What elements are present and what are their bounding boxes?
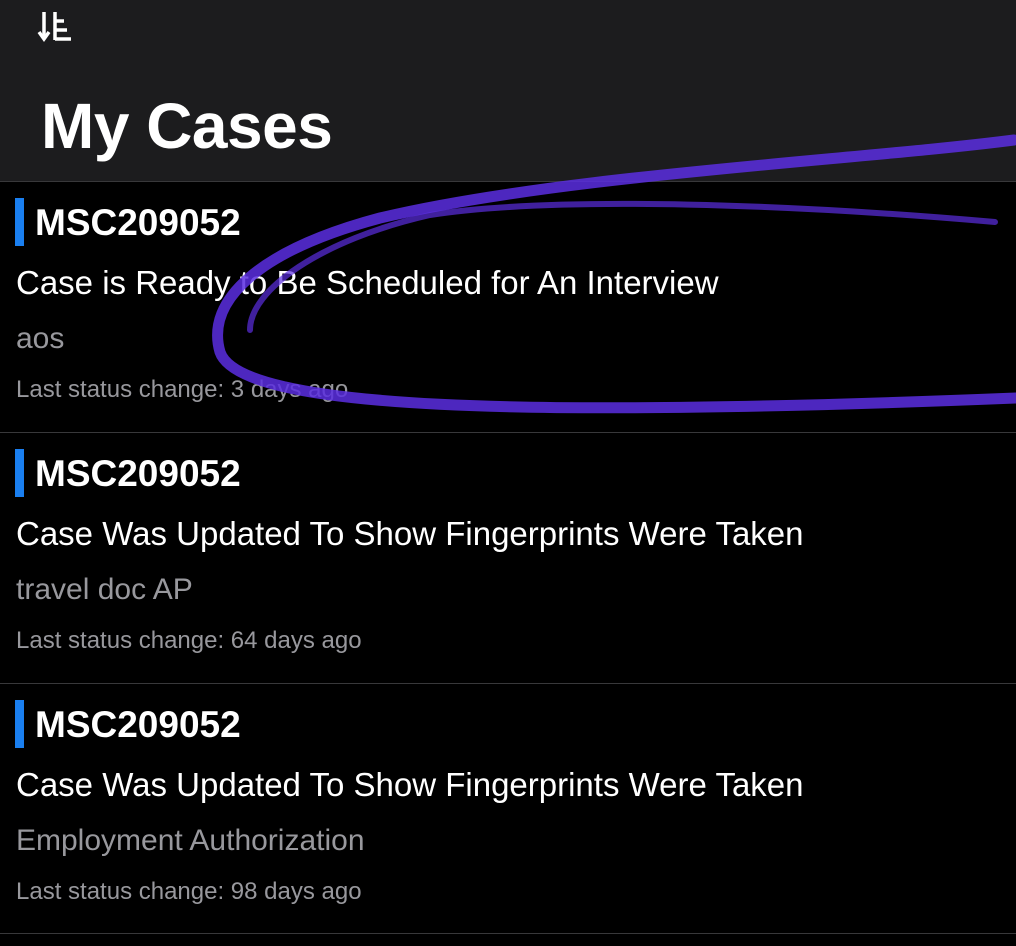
case-row[interactable]: MSC209052 Case Was Updated To Show Finge…	[0, 683, 1016, 934]
case-last-update: Last status change: 3 days ago	[16, 376, 349, 403]
case-status: Case Was Updated To Show Fingerprints We…	[16, 515, 804, 552]
case-type: Employment Authorization	[16, 824, 365, 857]
sort-descending-icon	[37, 12, 71, 43]
case-last-update: Last status change: 98 days ago	[16, 878, 362, 905]
case-last-update: Last status change: 64 days ago	[16, 627, 362, 654]
case-row[interactable]: MSC209052 Case Was Updated To Show Finge…	[0, 432, 1016, 683]
case-status: Case is Ready to Be Scheduled for An Int…	[16, 264, 719, 301]
case-accent-bar	[15, 700, 24, 748]
case-number: MSC209052	[35, 704, 241, 745]
case-row[interactable]: MSC209052 Case is Ready to Be Scheduled …	[0, 181, 1016, 432]
case-number: MSC209052	[35, 202, 241, 243]
case-accent-bar	[15, 449, 24, 497]
case-type: aos	[16, 322, 65, 355]
case-list: MSC209052 Case is Ready to Be Scheduled …	[0, 181, 1016, 934]
page-title: My Cases	[41, 90, 333, 162]
case-type: travel doc AP	[16, 573, 193, 606]
case-status: Case Was Updated To Show Fingerprints We…	[16, 766, 804, 803]
sort-button[interactable]	[36, 8, 76, 48]
case-number: MSC209052	[35, 453, 241, 494]
navigation-header: My Cases	[0, 0, 1016, 181]
case-accent-bar	[15, 198, 24, 246]
